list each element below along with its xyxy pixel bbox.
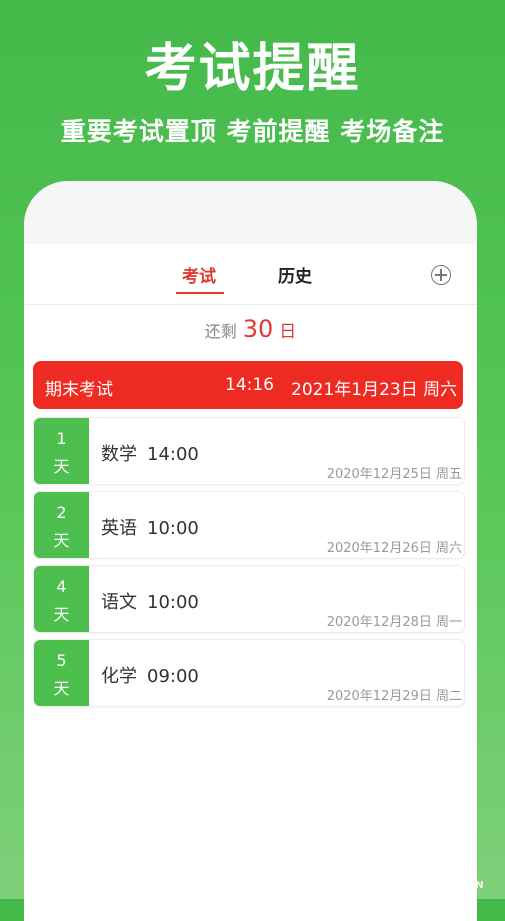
- days-number: 5: [56, 651, 67, 670]
- remaining-label: 还剩: [204, 322, 237, 341]
- tab-bar: 考试 历史: [24, 244, 477, 305]
- days-number: 2: [56, 503, 67, 522]
- exam-subject-time: 英语 10:00: [101, 514, 199, 540]
- exam-subject: 数学: [101, 444, 137, 465]
- status-bar-area: [24, 181, 477, 244]
- tab-exam[interactable]: 考试: [182, 262, 216, 287]
- watermark-suffix: DOWN: [447, 880, 484, 891]
- days-countdown: 1 天: [34, 418, 89, 484]
- days-countdown: 5 天: [34, 640, 89, 706]
- exam-date: 2020年12月29日 周二: [326, 689, 462, 704]
- exam-card[interactable]: 2 天 英语 10:00 2020年12月26日 周六: [33, 491, 465, 559]
- exam-card[interactable]: 1 天 数学 14:00 2020年12月25日 周五: [33, 417, 465, 485]
- watermark: 138DOWN: [362, 862, 484, 895]
- pinned-exam-time: 14:16: [225, 375, 274, 395]
- exam-card[interactable]: 4 天 语文 10:00 2020年12月28日 周一: [33, 565, 465, 633]
- days-unit: 天: [53, 531, 70, 550]
- exam-subject-time: 数学 14:00: [101, 440, 199, 466]
- days-remaining: 还剩 30 日: [24, 315, 477, 343]
- exam-time: 10:00: [147, 592, 199, 613]
- pinned-exam-name: 期末考试: [45, 380, 113, 400]
- tab-history[interactable]: 历史: [278, 262, 312, 287]
- pinned-exam-banner[interactable]: 期末考试 14:16 2021年1月23日 周六: [33, 361, 463, 409]
- exam-time: 09:00: [147, 666, 199, 687]
- days-countdown: 4 天: [34, 566, 89, 632]
- promo-title: 考试提醒: [144, 39, 361, 99]
- exam-subject-time: 语文 10:00: [101, 588, 199, 614]
- pinned-exam-date: 2021年1月23日 周六: [291, 380, 458, 400]
- exam-time: 14:00: [147, 444, 199, 465]
- days-countdown: 2 天: [34, 492, 89, 558]
- days-unit: 天: [53, 605, 70, 624]
- days-number: 4: [56, 577, 67, 596]
- days-number: 1: [56, 429, 67, 448]
- days-unit: 天: [53, 457, 70, 476]
- exam-subject: 语文: [101, 592, 137, 613]
- exam-date: 2020年12月28日 周一: [326, 615, 462, 630]
- active-tab-indicator: [176, 292, 224, 294]
- add-icon[interactable]: [431, 265, 451, 285]
- exam-date: 2020年12月25日 周五: [326, 467, 462, 482]
- watermark-number: 138: [386, 862, 448, 895]
- days-unit: 天: [53, 679, 70, 698]
- exam-time: 10:00: [147, 518, 199, 539]
- exam-date: 2020年12月26日 周六: [326, 541, 462, 556]
- exam-subject: 英语: [101, 518, 137, 539]
- phone-screen: 考试 历史 还剩 30 日 期末考试 14:16 2021年1月23日 周六 1 天…: [24, 181, 477, 921]
- promo-subtitle: 重要考试置顶 考前提醒 考场备注: [60, 117, 445, 146]
- remaining-unit: 日: [279, 322, 297, 342]
- exam-subject-time: 化学 09:00: [101, 662, 199, 688]
- exam-card[interactable]: 5 天 化学 09:00 2020年12月29日 周二: [33, 639, 465, 707]
- exam-subject: 化学: [101, 666, 137, 687]
- remaining-count: 30: [242, 315, 274, 343]
